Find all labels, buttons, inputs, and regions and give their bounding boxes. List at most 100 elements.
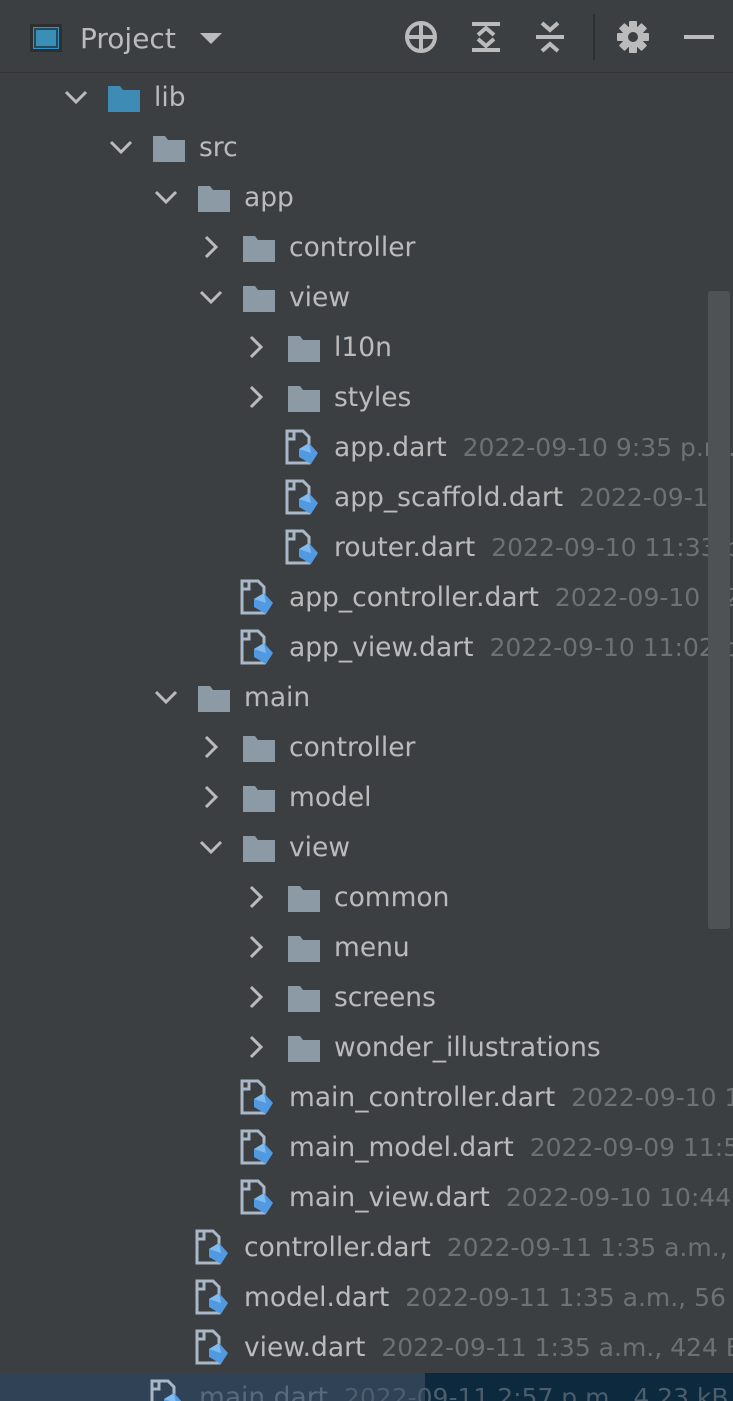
chevron-right-icon[interactable] — [199, 785, 223, 809]
tree-folder-row[interactable]: model — [0, 773, 733, 823]
tree-file-row[interactable]: main.dart 2022-09-11 2:57 p.m., 4.23 kB M — [0, 1373, 733, 1401]
tree-item-label: main_model.dart 2022-09-09 11:57 — [289, 1131, 733, 1165]
vertical-scrollbar[interactable] — [708, 291, 730, 929]
file-metadata: 2022-09-10 12 — [554, 583, 733, 612]
file-metadata: 2022-09-09 11:57 — [529, 1133, 733, 1162]
chevron-down-icon[interactable] — [109, 135, 133, 159]
tree-item-label: screens — [334, 982, 436, 1013]
tree-file-row[interactable]: app.dart 2022-09-10 9:35 p.m., — [0, 423, 733, 473]
project-toolbar: Project — [0, 0, 733, 73]
chevron-down-icon[interactable] — [199, 835, 223, 859]
tree-item-label: app.dart 2022-09-10 9:35 p.m., — [334, 431, 733, 465]
dart-file-icon — [285, 477, 319, 515]
tree-item-label: app_controller.dart 2022-09-10 12 — [289, 581, 733, 615]
folder-icon — [197, 682, 231, 714]
tree-folder-row[interactable]: src — [0, 123, 733, 173]
chevron-right-icon[interactable] — [199, 235, 223, 259]
tree-folder-row[interactable]: view — [0, 823, 733, 873]
chevron-right-icon[interactable] — [244, 385, 268, 409]
chevron-down-icon — [199, 32, 222, 44]
gear-icon[interactable] — [614, 18, 652, 56]
chevron-down-icon[interactable] — [154, 185, 178, 209]
tree-folder-row[interactable]: controller — [0, 723, 733, 773]
tree-item-label: view — [289, 832, 351, 863]
tree-file-row[interactable]: app_scaffold.dart 2022-09-10 3 — [0, 473, 733, 523]
tree-file-row[interactable]: main_model.dart 2022-09-09 11:57 — [0, 1123, 733, 1173]
file-metadata: 2022-09-11 2:57 p.m., 4.23 kB M — [343, 1383, 733, 1401]
file-metadata: 2022-09-11 1:35 a.m., 2 — [446, 1233, 733, 1262]
tree-file-row[interactable]: model.dart 2022-09-11 1:35 a.m., 56 B — [0, 1273, 733, 1323]
tree-folder-row[interactable]: view — [0, 273, 733, 323]
tree-folder-row[interactable]: screens — [0, 973, 733, 1023]
tree-folder-row[interactable]: styles — [0, 373, 733, 423]
chevron-right-icon[interactable] — [244, 1035, 268, 1059]
tree-item-label: src — [199, 132, 238, 163]
folder-icon — [152, 132, 186, 164]
tree-folder-row[interactable]: l10n — [0, 323, 733, 373]
file-metadata: 2022-09-10 11:02 p. — [489, 633, 733, 662]
folder-icon — [242, 832, 276, 864]
tree-folder-row[interactable]: lib — [0, 73, 733, 123]
tree-file-row[interactable]: main_controller.dart 2022-09-10 1 — [0, 1073, 733, 1123]
minimize-icon[interactable] — [680, 18, 718, 56]
file-metadata: 2022-09-11 1:35 a.m., 424 B T — [381, 1333, 733, 1362]
source-folder-icon — [107, 82, 141, 114]
tree-file-row[interactable]: app_controller.dart 2022-09-10 12 — [0, 573, 733, 623]
tree-item-label: app_view.dart 2022-09-10 11:02 p. — [289, 631, 733, 665]
tree-file-row[interactable]: app_view.dart 2022-09-10 11:02 p. — [0, 623, 733, 673]
locate-icon[interactable] — [402, 18, 440, 56]
collapse-all-icon[interactable] — [531, 18, 569, 56]
chevron-right-icon[interactable] — [244, 885, 268, 909]
tree-file-row[interactable]: controller.dart 2022-09-11 1:35 a.m., 2 — [0, 1223, 733, 1273]
tree-item-label: styles — [334, 382, 412, 413]
chevron-right-icon[interactable] — [244, 935, 268, 959]
chevron-down-icon[interactable] — [64, 85, 88, 109]
tree-item-label: menu — [334, 932, 410, 963]
file-metadata: 2022-09-10 10:44 p — [505, 1183, 733, 1212]
tree-item-label: app — [244, 182, 294, 213]
folder-icon — [242, 282, 276, 314]
tree-item-label: lib — [154, 82, 186, 113]
tree-folder-row[interactable]: wonder_illustrations — [0, 1023, 733, 1073]
file-metadata: 2022-09-10 1 — [571, 1083, 733, 1112]
expand-all-icon[interactable] — [467, 18, 505, 56]
tree-file-row[interactable]: router.dart 2022-09-10 11:33 p — [0, 523, 733, 573]
file-metadata: 2022-09-10 11:33 p — [491, 533, 733, 562]
tree-folder-row[interactable]: menu — [0, 923, 733, 973]
dart-file-icon — [150, 1377, 184, 1401]
folder-icon — [287, 1032, 321, 1064]
chevron-right-icon[interactable] — [244, 985, 268, 1009]
tree-folder-row[interactable]: app — [0, 173, 733, 223]
tree-item-label: router.dart 2022-09-10 11:33 p — [334, 531, 733, 565]
tree-item-label: view — [289, 282, 351, 313]
tree-folder-row[interactable]: common — [0, 873, 733, 923]
chevron-down-icon[interactable] — [199, 285, 223, 309]
tree-file-row[interactable]: view.dart 2022-09-11 1:35 a.m., 424 B T — [0, 1323, 733, 1373]
tree-item-label: common — [334, 882, 450, 913]
tree-folder-row[interactable]: main — [0, 673, 733, 723]
folder-icon — [287, 932, 321, 964]
tree-item-label: main_view.dart 2022-09-10 10:44 p — [289, 1181, 733, 1215]
chevron-down-icon[interactable] — [154, 685, 178, 709]
project-view-selector[interactable]: Project — [30, 12, 222, 64]
file-metadata: 2022-09-10 9:35 p.m., — [462, 433, 733, 462]
project-view-label: Project — [80, 21, 176, 55]
dart-file-icon — [240, 1127, 274, 1165]
dart-file-icon — [195, 1327, 229, 1365]
tree-item-label: app_scaffold.dart 2022-09-10 3 — [334, 481, 733, 515]
folder-icon — [287, 882, 321, 914]
chevron-right-icon[interactable] — [244, 335, 268, 359]
folder-icon — [287, 982, 321, 1014]
tree-item-label: model.dart 2022-09-11 1:35 a.m., 56 B — [244, 1281, 733, 1315]
tree-item-label: main_controller.dart 2022-09-10 1 — [289, 1081, 733, 1115]
dart-file-icon — [195, 1277, 229, 1315]
toolbar-separator — [593, 14, 595, 60]
dart-file-icon — [240, 1077, 274, 1115]
folder-icon — [242, 732, 276, 764]
dart-file-icon — [240, 1177, 274, 1215]
tree-file-row[interactable]: main_view.dart 2022-09-10 10:44 p — [0, 1173, 733, 1223]
tree-folder-row[interactable]: controller — [0, 223, 733, 273]
tree-item-label: controller.dart 2022-09-11 1:35 a.m., 2 — [244, 1231, 733, 1265]
folder-icon — [242, 232, 276, 264]
chevron-right-icon[interactable] — [199, 735, 223, 759]
